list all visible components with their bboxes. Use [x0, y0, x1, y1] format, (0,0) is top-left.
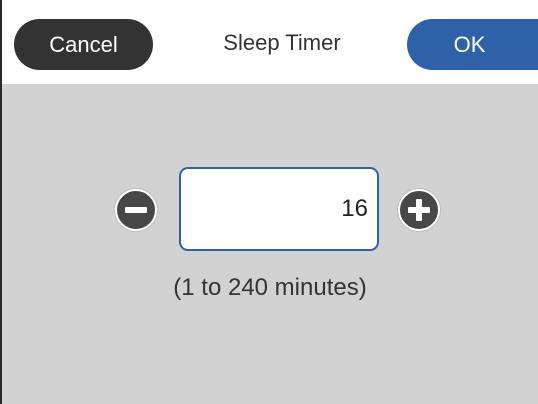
page-title: Sleep Timer: [223, 30, 341, 55]
timer-value-field[interactable]: 16: [179, 167, 379, 251]
plus-icon-vertical: [416, 199, 422, 221]
range-hint: (1 to 240 minutes): [173, 274, 367, 301]
header-bar: Cancel Sleep Timer OK: [2, 0, 538, 84]
minus-icon: [125, 207, 147, 213]
timer-panel: 16 (1 to 240 minutes): [2, 84, 538, 404]
ok-button[interactable]: OK: [407, 19, 538, 70]
sleep-timer-screen: Cancel Sleep Timer OK 16 (1 to 240 minut…: [0, 0, 538, 404]
decrease-button[interactable]: [115, 189, 157, 231]
cancel-button[interactable]: Cancel: [14, 19, 153, 70]
increase-button[interactable]: [398, 189, 440, 231]
